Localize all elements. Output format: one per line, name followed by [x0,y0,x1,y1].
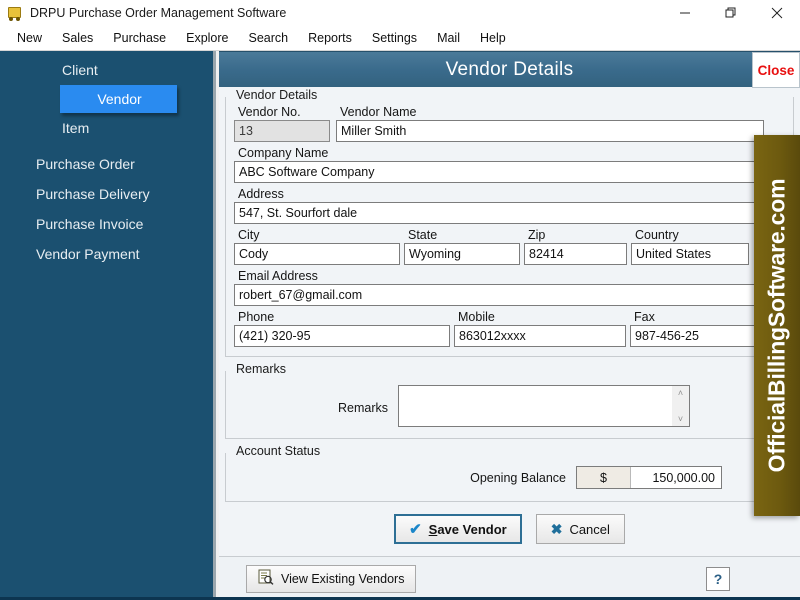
cancel-label: Cancel [569,522,609,537]
label-address: Address [234,187,284,201]
sidebar-item-vendor-payment[interactable]: Vendor Payment [0,239,213,269]
label-remarks: Remarks [234,385,398,415]
label-vendor-no: Vendor No. [234,105,330,119]
label-mobile: Mobile [454,310,626,324]
save-vendor-label: Save Vendor [429,522,507,537]
input-fax[interactable]: 987-456-25 [630,325,758,347]
label-city: City [234,228,400,242]
window-controls [662,0,800,26]
vendor-form: Vendor Details Vendor No. Vendor Name 13… [219,97,800,600]
cancel-button[interactable]: ✖ Cancel [536,514,625,544]
sidebar-label-client: Client [62,62,98,78]
menu-bar: New Sales Purchase Explore Search Report… [0,26,800,51]
label-company-name: Company Name [234,146,328,160]
sidebar-label-vendor-payment: Vendor Payment [36,246,140,262]
label-state: State [404,228,520,242]
currency-symbol: $ [577,467,631,488]
view-existing-vendors-button[interactable]: View Existing Vendors [246,565,416,593]
label-email: Email Address [234,269,318,283]
sidebar: Dashboard Add New ▼ Client Vendor [0,51,216,600]
input-remarks[interactable]: ˄ ˅ [398,385,690,427]
input-vendor-name[interactable]: Miller Smith [336,120,764,142]
input-address[interactable]: 547, St. Sourfort dale [234,202,762,224]
label-phone: Phone [234,310,450,324]
sidebar-item-purchase-delivery[interactable]: Purchase Delivery [0,179,213,209]
sidebar-item-item[interactable]: Item [0,113,213,143]
menu-item-explore[interactable]: Explore [177,28,237,48]
label-fax: Fax [630,310,758,324]
sidebar-item-purchase-invoice[interactable]: Purchase Invoice [0,209,213,239]
menu-item-purchase[interactable]: Purchase [104,28,175,48]
x-icon: ✖ [551,521,563,538]
close-window-icon[interactable] [754,0,800,26]
title-bar: DRPU Purchase Order Management Software [0,0,800,26]
menu-item-reports[interactable]: Reports [299,28,361,48]
bottom-bar: View Existing Vendors ? [219,556,800,600]
label-opening-balance: Opening Balance [234,471,576,485]
menu-item-new[interactable]: New [8,28,51,48]
account-status-group-title: Account Status [232,444,324,458]
watermark-banner: OfficialBillingSoftware.com [754,135,800,516]
application-window: DRPU Purchase Order Management Software … [0,0,800,600]
sidebar-submenu-purchase: Purchase Order Purchase Delivery Purchas… [0,145,213,271]
close-form-button[interactable]: Close [752,52,800,88]
menu-item-settings[interactable]: Settings [363,28,426,48]
input-state[interactable]: Wyoming [404,243,520,265]
opening-balance-value: 150,000.00 [631,467,721,488]
input-vendor-no[interactable]: 13 [234,120,330,142]
menu-item-search[interactable]: Search [240,28,298,48]
scroll-up-icon[interactable]: ˄ [678,388,683,398]
form-actions: ✔ Save Vendor ✖ Cancel [223,514,796,544]
minimize-icon[interactable] [662,0,708,26]
input-zip[interactable]: 82414 [524,243,627,265]
remarks-scrollbar[interactable]: ˄ ˅ [672,386,689,426]
remarks-group-title: Remarks [232,362,290,376]
input-country[interactable]: United States [631,243,749,265]
input-phone[interactable]: (421) 320-95 [234,325,450,347]
save-rest-label: ave Vendor [437,522,506,537]
menu-item-mail[interactable]: Mail [428,28,469,48]
watermark-text: OfficialBillingSoftware.com [764,179,791,473]
sidebar-item-vendor[interactable]: Vendor [60,85,177,113]
input-company-name[interactable]: ABC Software Company [234,161,762,183]
sidebar-label-purchase-order: Purchase Order [36,156,135,172]
vendor-details-group-title: Vendor Details [232,88,321,102]
input-email[interactable]: robert_67@gmail.com [234,284,762,306]
input-mobile[interactable]: 863012xxxx [454,325,626,347]
list-search-icon [258,569,274,588]
label-zip: Zip [524,228,627,242]
sidebar-label-item: Item [62,120,89,136]
sidebar-item-purchase-order[interactable]: Purchase Order [0,149,213,179]
question-mark-icon: ? [714,571,723,587]
sidebar-item-client[interactable]: Client [0,55,213,85]
account-status-group: Account Status Opening Balance $ 150,000… [225,453,794,502]
menu-item-help[interactable]: Help [471,28,515,48]
menu-item-sales[interactable]: Sales [53,28,102,48]
label-country: Country [631,228,749,242]
panel-header: Vendor Details Close [219,51,800,87]
restore-icon[interactable] [708,0,754,26]
check-icon: ✔ [409,520,422,538]
view-existing-vendors-label: View Existing Vendors [281,572,404,586]
input-opening-balance[interactable]: $ 150,000.00 [576,466,722,489]
vendor-details-group: Vendor Details Vendor No. Vendor Name 13… [225,97,794,357]
main-panel: Vendor Details Close Vendor Details Vend… [219,51,800,600]
label-vendor-name: Vendor Name [336,105,764,119]
scroll-down-icon[interactable]: ˅ [678,414,683,424]
sidebar-label-vendor: Vendor [97,91,141,107]
sidebar-submenu-add-new: Client Vendor Item [0,51,213,145]
remarks-group: Remarks Remarks ˄ ˅ [225,371,794,439]
save-vendor-button[interactable]: ✔ Save Vendor [394,514,522,544]
page-title: Vendor Details [446,59,574,81]
window-title: DRPU Purchase Order Management Software [30,6,286,20]
sidebar-label-purchase-invoice: Purchase Invoice [36,216,143,232]
app-cart-icon [7,5,23,21]
input-city[interactable]: Cody [234,243,400,265]
help-button[interactable]: ? [706,567,730,591]
sidebar-label-purchase-delivery: Purchase Delivery [36,186,150,202]
